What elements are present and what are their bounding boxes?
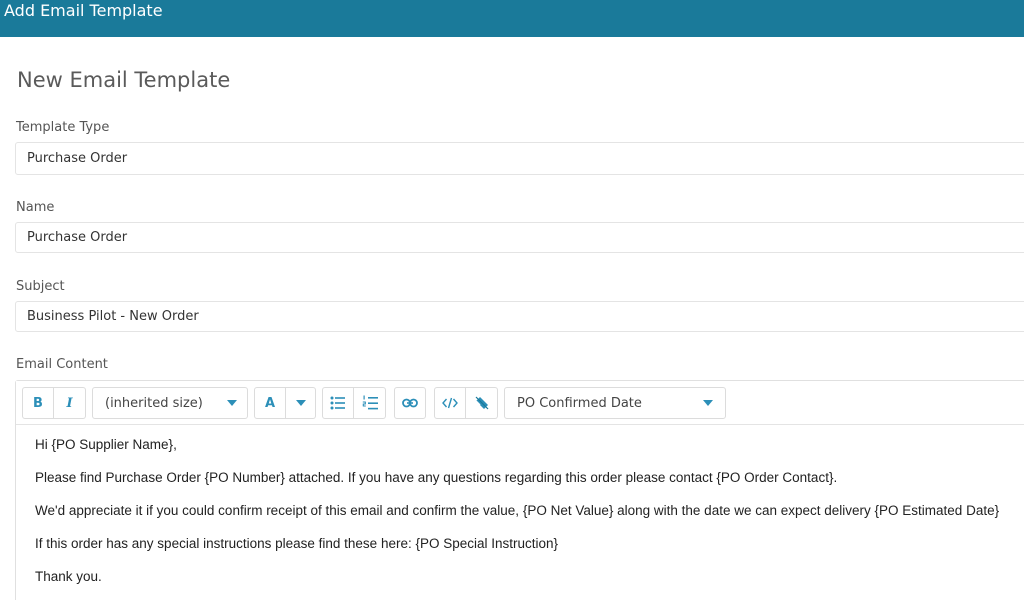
font-size-select[interactable]: (inherited size): [92, 387, 248, 419]
email-content-editor[interactable]: B I (inherited size) A PO Confirmed Date…: [15, 380, 1024, 600]
template-type-field[interactable]: Purchase Order: [15, 142, 1024, 175]
code-icon: [442, 397, 458, 409]
italic-button[interactable]: I: [54, 387, 86, 419]
bullet-list-button[interactable]: [322, 387, 354, 419]
insert-link-button[interactable]: [394, 387, 426, 419]
text-color-dropdown[interactable]: [286, 387, 316, 419]
link-icon: [402, 398, 418, 408]
email-line-confirm: We'd appreciate it if you could confirm …: [35, 503, 1000, 518]
name-label: Name: [16, 200, 55, 215]
chevron-down-icon: [703, 400, 713, 406]
email-line-closing: Thank you.: [35, 569, 102, 584]
bold-icon: B: [33, 395, 43, 411]
template-type-label: Template Type: [16, 120, 110, 135]
font-size-value: (inherited size): [105, 395, 203, 411]
numbered-list-icon: [362, 395, 378, 410]
email-line-instructions: If this order has any special instructio…: [35, 536, 559, 551]
page-title: New Email Template: [17, 68, 231, 92]
code-view-button[interactable]: [434, 387, 466, 419]
chevron-down-icon: [227, 400, 237, 406]
chevron-down-icon: [295, 400, 306, 406]
email-content-label: Email Content: [16, 357, 108, 372]
bullet-list-icon: [330, 396, 345, 410]
email-line-greeting: Hi {PO Supplier Name},: [35, 437, 177, 452]
clear-format-button[interactable]: [466, 387, 498, 419]
subject-label: Subject: [16, 279, 65, 294]
text-color-icon: A: [264, 395, 276, 411]
numbered-list-button[interactable]: [354, 387, 386, 419]
window-titlebar: Add Email Template: [0, 0, 1024, 37]
placeholder-select[interactable]: PO Confirmed Date: [504, 387, 726, 419]
placeholder-select-value: PO Confirmed Date: [517, 395, 642, 411]
bold-button[interactable]: B: [22, 387, 54, 419]
italic-icon: I: [66, 395, 73, 411]
subject-field[interactable]: Business Pilot - New Order: [15, 301, 1024, 332]
window-title: Add Email Template: [4, 1, 163, 20]
text-color-button[interactable]: A: [254, 387, 286, 419]
editor-toolbar: B I (inherited size) A PO Confirmed Date: [16, 381, 1024, 425]
name-field[interactable]: Purchase Order: [15, 222, 1024, 253]
eraser-icon: [474, 396, 488, 410]
email-line-intro: Please find Purchase Order {PO Number} a…: [35, 470, 838, 485]
